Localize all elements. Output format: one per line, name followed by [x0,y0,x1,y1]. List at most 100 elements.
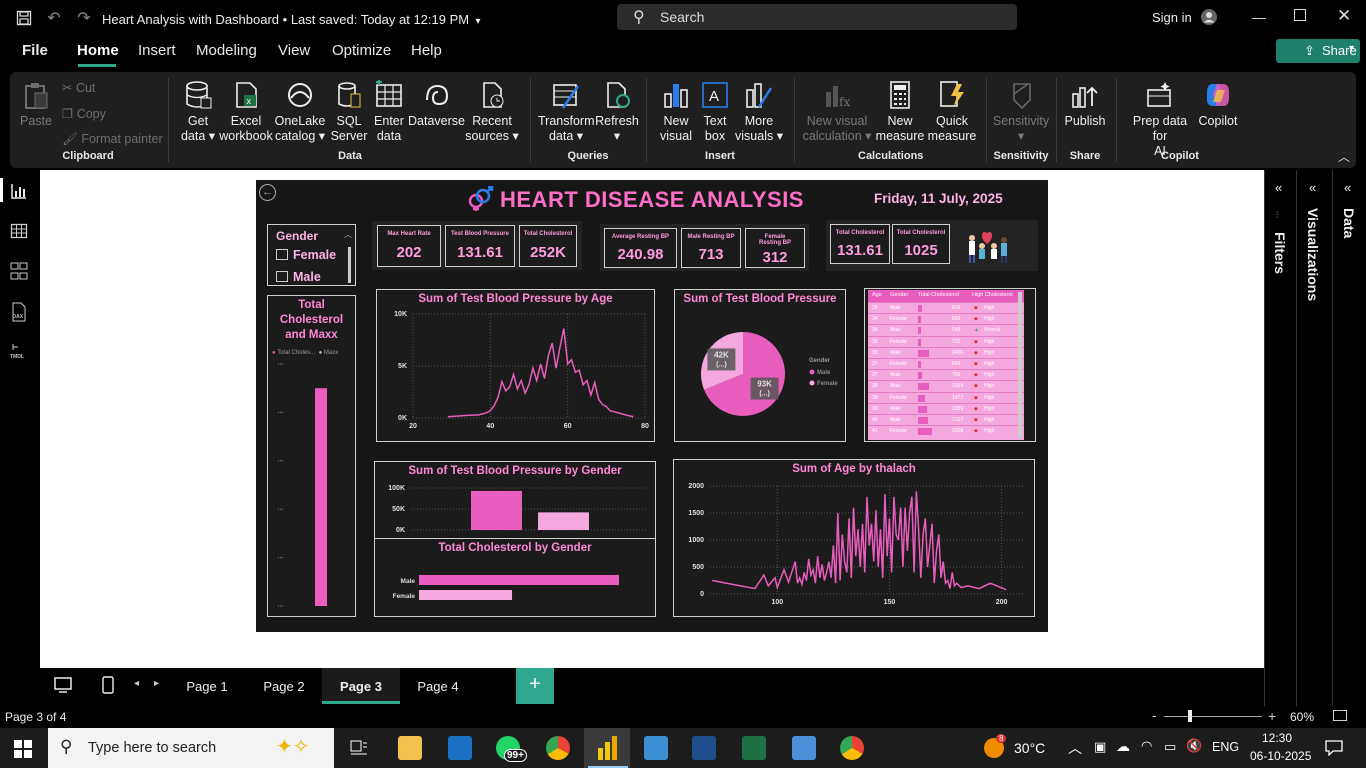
snipping-icon[interactable] [644,736,668,760]
cut-button[interactable]: ✂ Cut [62,80,95,95]
bp-pie-chart[interactable]: Sum of Test Blood Pressure 93K (...) 42K (.… [674,289,846,442]
file-explorer-icon[interactable] [398,736,422,760]
female-checkbox[interactable] [276,249,288,260]
paste-button[interactable]: Paste [18,80,54,129]
battery-icon[interactable]: ▭ [1164,739,1176,755]
tab-view[interactable]: View [278,42,310,59]
copy-button[interactable]: ❐ Copy [62,106,106,121]
volume-muted-icon[interactable]: 🔇 [1186,738,1202,754]
clock-date[interactable]: 06-10-2025 [1250,749,1311,763]
table-row[interactable]: 41 Female 2928 High ◆ [868,425,1024,436]
search-box[interactable]: ⚲ Search [617,4,1017,30]
save-icon[interactable] [14,8,34,28]
mysql-icon[interactable] [692,736,716,760]
slicer-scrollbar[interactable] [348,247,351,283]
filters-pane[interactable]: « ⫶ Filters [1264,170,1296,706]
transform-data-button[interactable]: Transform data ▾ [538,80,595,144]
add-page-button[interactable]: + [516,668,554,704]
visualizations-pane[interactable]: « Visualizations [1296,170,1332,706]
slicer-item-male[interactable]: Male [293,270,321,284]
onelake-catalog-button[interactable]: OneLake catalog ▾ [274,80,326,144]
page-tab-2[interactable]: Page 2 [245,668,323,704]
refresh-button[interactable]: Refresh ▾ [594,80,640,144]
expand-data-icon[interactable]: « [1344,180,1351,195]
page-tab-4[interactable]: Page 4 [399,668,477,704]
tab-home[interactable]: Home [77,42,119,59]
table-row[interactable]: 39 Female 1477 High ◆ [868,391,1024,402]
column-header[interactable]: Total Cholesterol [918,292,959,298]
desktop-layout-icon[interactable] [54,676,72,699]
report-view-icon[interactable] [10,182,30,200]
page-tab-1[interactable]: Page 1 [168,668,246,704]
table-row[interactable]: 35 Male 2406 High ◆ [868,346,1024,357]
zoom-slider[interactable] [1164,716,1262,717]
text-box-button[interactable]: A Text box [696,80,734,144]
meet-now-icon[interactable]: ▣ [1094,739,1106,755]
total-cholesterol-maxx-chart[interactable]: Total Cholesterol and Maxx ● Total Chole… [267,295,356,617]
quick-measure-button[interactable]: Quick measure [926,80,978,144]
dax-query-view-icon[interactable]: DAX [10,302,30,322]
tab-modeling[interactable]: Modeling [196,42,257,59]
table-scrollbar[interactable] [1018,292,1022,438]
notifications-icon[interactable] [1325,740,1343,761]
publish-button[interactable]: Publish [1062,80,1108,129]
prep-data-ai-button[interactable]: Prep data for AI [1124,80,1196,159]
tray-chevron-icon[interactable]: ︿ [1068,738,1082,758]
enter-data-button[interactable]: Enter data [370,80,408,144]
vscode-like-icon[interactable] [448,736,472,760]
column-header[interactable]: Age [872,292,882,298]
sql-server-button[interactable]: SQL Server [328,80,370,144]
power-bi-icon[interactable] [596,736,618,765]
get-data-button[interactable]: Get data ▾ [176,80,220,144]
recent-sources-button[interactable]: Recent sources ▾ [464,80,520,144]
taskbar-search[interactable]: ⚲ Type here to search ✦✧ [48,728,334,768]
onedrive-icon[interactable]: ☁ [1116,738,1130,755]
table-row[interactable]: 29 Male 816 High ◆ [868,302,1024,312]
redo-icon[interactable]: ↷ [74,8,94,28]
chrome-icon[interactable] [546,736,570,760]
mobile-layout-icon[interactable] [102,676,114,699]
close-icon[interactable]: ✕ [1337,6,1351,26]
copilot-button[interactable]: Copilot [1196,80,1240,129]
new-visual-calculation-button[interactable]: fx New visual calculation ▾ [802,80,872,144]
chrome-profile-icon[interactable] [840,736,864,760]
table-row[interactable]: 39 Male 1839 High ◆ [868,402,1024,413]
excel-taskbar-icon[interactable] [742,736,766,760]
prev-page-icon[interactable]: ◂ [134,678,139,689]
zoom-slider-thumb[interactable] [1188,710,1192,722]
maximize-icon[interactable] [1294,9,1306,21]
new-measure-button[interactable]: New measure [874,80,926,144]
table-row[interactable]: 34 Male 548 Normal ▲ [868,324,1024,335]
windows-start-icon[interactable] [14,740,32,763]
control-panel-icon[interactable] [792,736,816,760]
model-view-icon[interactable] [10,262,30,280]
table-view-icon[interactable] [10,222,30,240]
table-row[interactable]: 37 Female 645 High ◆ [868,358,1024,368]
column-header[interactable]: High Cholesterol [972,292,1013,298]
collapse-ribbon-icon[interactable]: ︿ [1338,148,1350,165]
table-row[interactable]: 38 Male 2324 High ◆ [868,380,1024,391]
fit-to-page-icon[interactable] [1333,710,1347,721]
chevron-up-icon[interactable]: ︿ [344,229,352,240]
next-page-icon[interactable]: ▸ [154,678,159,689]
column-header[interactable]: Gender [890,292,908,298]
cholesterol-table[interactable]: Age Gender Total Cholesterol High Choles… [868,290,1024,440]
new-visual-button[interactable]: New visual [656,80,696,144]
task-view-icon[interactable] [350,740,368,761]
share-button[interactable]: ⇪ Share ▾ [1276,39,1360,63]
more-visuals-button[interactable]: More visuals ▾ [734,80,784,144]
tab-optimize[interactable]: Optimize [332,42,391,59]
clock-time[interactable]: 12:30 [1262,731,1292,745]
undo-icon[interactable]: ↶ [44,8,64,28]
table-row[interactable]: 40 Male 2157 High ◆ [868,414,1024,424]
excel-workbook-button[interactable]: x Excel workbook [218,80,274,144]
cholesterol-by-gender-chart[interactable]: Total Cholesterol by Gender Male Female [374,538,656,617]
expand-visualizations-icon[interactable]: « [1309,180,1316,195]
sensitivity-button[interactable]: Sensitivity ▾ [990,80,1052,144]
dataverse-button[interactable]: Dataverse [408,80,465,129]
zoom-out-icon[interactable]: - [1152,707,1157,723]
data-pane[interactable]: « Data [1332,170,1366,706]
age-by-thalach-chart[interactable]: Sum of Age by thalach 0 500 1000 1500 2000 10… [673,459,1035,617]
collapse-filters-icon[interactable]: « [1275,180,1282,195]
minimize-icon[interactable]: — [1252,9,1266,25]
